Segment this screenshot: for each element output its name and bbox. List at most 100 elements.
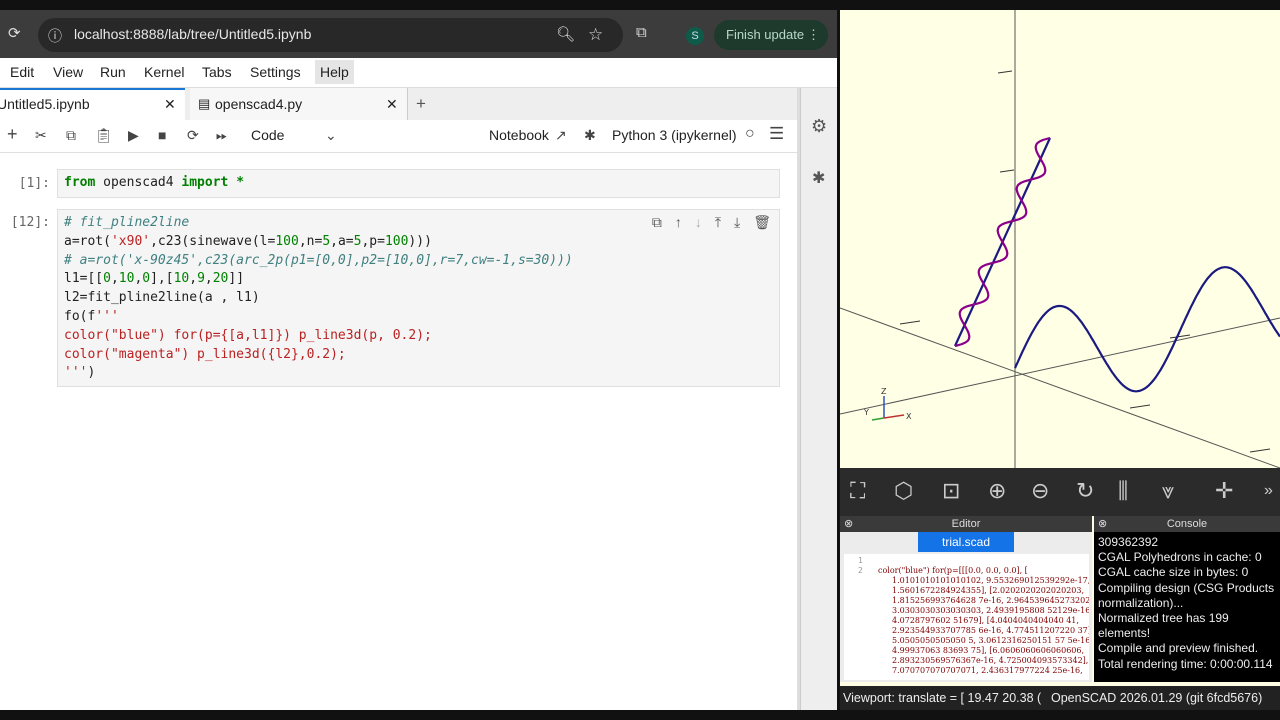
debugger-bug-icon[interactable]: ✱ [812, 168, 825, 188]
menu-hamburger-icon[interactable]: ☰ [769, 124, 784, 144]
line-number: 2 [858, 566, 863, 575]
show-axes-icon[interactable]: ✛ [1215, 478, 1233, 504]
url-text: localhost:8888/lab/tree/Untitled5.ipynb [74, 26, 312, 42]
cell-type-select[interactable]: Code [251, 127, 284, 143]
console-line: Compile and preview finished. [1098, 641, 1259, 656]
menu-run[interactable]: Run [100, 64, 126, 80]
console-panel-header: ⊗ Console [1094, 516, 1280, 532]
view-all-icon[interactable]: ⊡ [942, 478, 960, 504]
menu-edit[interactable]: Edit [10, 64, 34, 80]
editor-line: 4.99937063 83693 75], [6.060606060606060… [892, 646, 1085, 655]
blue-sinewave [1013, 266, 1280, 393]
finish-update-button[interactable]: Finish update ⋮ [714, 20, 828, 50]
editor-title: Editor [951, 518, 981, 530]
orthogonal-icon[interactable]: ⩔ [1162, 478, 1174, 504]
jupyter-menubar: Edit View Run Kernel Tabs Settings Help [0, 58, 837, 88]
cut-icon[interactable]: ✂ [35, 127, 47, 144]
insert-above-icon[interactable]: ⤒ [715, 214, 721, 230]
editor-line: 7.070707070707071, 2.436317977224 25e-16… [892, 666, 1083, 675]
copy-icon[interactable]: ⧉ [66, 127, 76, 144]
site-info-icon[interactable]: ⓘ [48, 26, 62, 46]
editor-line: 2.923544933707785 6e-16, 4.774511207220 … [892, 626, 1089, 635]
reset-view-icon[interactable]: ↻ [1076, 478, 1094, 504]
code-line: a=rot('x90',c23(sinewave(l=100,n=5,a=5,p… [64, 233, 432, 249]
close-panel-icon[interactable]: ⊗ [844, 516, 853, 532]
tab-label: Untitled5.ipynb [0, 96, 90, 112]
menu-tabs[interactable]: Tabs [202, 64, 232, 80]
new-tab-plus-icon[interactable]: + [416, 88, 426, 120]
paste-icon[interactable]: 📋︎ [95, 127, 113, 144]
code-line: color("magenta") p_line3d({l2},0.2); [64, 346, 346, 362]
view-toolbar: ⛶ ⬡ ⊡ ⊕ ⊖ ↻ ⫼ ⩔ ✛ » [840, 468, 1280, 516]
reload-icon[interactable]: ⟳ [8, 24, 21, 42]
move-up-icon[interactable]: ↑ [675, 214, 682, 230]
menu-help[interactable]: Help [315, 60, 354, 84]
menu-view[interactable]: View [53, 64, 83, 80]
insert-below-icon[interactable]: ⤓ [734, 214, 740, 230]
code-line: # fit_pline2line [64, 215, 190, 230]
file-tab-trial-scad[interactable]: trial.scad [918, 532, 1014, 552]
close-icon[interactable]: ✕ [386, 88, 398, 120]
code-cell-active[interactable]: # fit_pline2line a=rot('x90',c23(sinewav… [57, 209, 780, 387]
add-cell-icon[interactable]: + [7, 124, 18, 145]
zoom-icon[interactable]: 🔍︎ [556, 25, 575, 43]
editor-line: 1.5601672284924355], [2.0202020202020203… [892, 586, 1085, 595]
notebook-toolbar: + ✂ ⧉ 📋︎ ▶ ■ ⟳ ⏩︎ Code ⌄ Notebook ↗ ✱ Py… [0, 120, 797, 153]
notebook-label[interactable]: Notebook [489, 127, 549, 143]
chevron-down-icon[interactable]: ⌄ [325, 127, 337, 144]
close-panel-icon[interactable]: ⊗ [1098, 516, 1107, 532]
console-output[interactable]: 309362392 CGAL Polyhedrons in cache: 0 C… [1094, 532, 1280, 682]
console-line: Compiling design (CSG Products normaliza… [1098, 580, 1275, 610]
code-editor[interactable]: 1 2 color("blue") for(p=[[[0.0, 0.0, 0.0… [844, 554, 1089, 680]
address-bar[interactable]: ⓘ localhost:8888/lab/tree/Untitled5.ipyn… [38, 18, 623, 52]
restart-icon[interactable]: ⟳ [187, 127, 199, 144]
toolbar-overflow-icon[interactable]: » [1264, 482, 1273, 500]
browser-window: ⟳ ⓘ localhost:8888/lab/tree/Untitled5.ip… [0, 10, 837, 710]
property-inspector-gear-icon[interactable]: ⚙ [811, 116, 827, 137]
editor-line: 3.0303030303030303, 2.4939195808 52129e-… [892, 606, 1089, 615]
more-vert-icon[interactable]: ⋮ [807, 20, 820, 50]
code-line: # a=rot('x-90z45',c23(arc_2p(p1=[0,0],p2… [64, 252, 573, 268]
code-line: fo(f''' [64, 308, 119, 324]
render-cube-icon[interactable]: ⬡ [894, 478, 913, 504]
tab-openscad4[interactable]: ▤ openscad4.py ✕ [190, 88, 408, 120]
editor-line: 2.893230569576367e-16, 4.725004093573342… [892, 656, 1089, 665]
viewport-render: Z Y X [840, 10, 1280, 469]
axis-label-y: Y [863, 408, 869, 417]
code-line: l2=fit_pline2line(a , l1) [64, 290, 260, 306]
console-line: CGAL cache size in bytes: 0 [1098, 565, 1249, 580]
finish-update-label: Finish update [726, 27, 805, 42]
editor-panel: trial.scad 1 2 color("blue") for(p=[[[0.… [840, 532, 1092, 682]
stop-icon[interactable]: ■ [158, 127, 166, 143]
move-down-icon[interactable]: ↓ [695, 214, 702, 230]
code-line: ''' [64, 365, 88, 381]
console-line: Normalized tree has 199 elements! [1098, 611, 1229, 641]
delete-cell-icon[interactable]: 🗑︎ [753, 214, 771, 230]
preview-icon[interactable]: ⛶ [850, 478, 865, 504]
editor-line: 5.0505050505050 5, 3.0612316250151 57 5e… [892, 636, 1089, 645]
close-icon[interactable]: ✕ [164, 90, 176, 118]
zoom-in-icon[interactable]: ⊕ [988, 478, 1006, 504]
menu-kernel[interactable]: Kernel [144, 64, 184, 80]
code-line: from openscad4 import * [64, 175, 245, 190]
duplicate-cell-icon[interactable]: ⧉ [652, 214, 662, 230]
debugger-bug-icon[interactable]: ✱ [584, 127, 596, 144]
extensions-icon[interactable]: ⧉ [636, 24, 647, 41]
run-icon[interactable]: ▶ [128, 127, 139, 144]
external-link-icon[interactable]: ↗ [555, 127, 567, 144]
cell-prompt: [1]: [18, 176, 50, 191]
3d-viewport[interactable]: Z Y X [840, 10, 1280, 469]
profile-avatar[interactable]: S [686, 27, 704, 45]
fast-forward-icon[interactable]: ⏩︎ [216, 127, 227, 144]
bookmark-star-icon[interactable]: ☆ [588, 25, 603, 45]
cell-toolbar: ⧉ ↑ ↓ ⤒ ⤓ 🗑︎ [639, 214, 771, 231]
editor-line: color("blue") for(p=[[[0.0, 0.0, 0.0], [ [878, 566, 1028, 575]
code-cell[interactable]: from openscad4 import * [57, 169, 780, 198]
zoom-out-icon[interactable]: ⊖ [1031, 478, 1049, 504]
tab-untitled5[interactable]: Untitled5.ipynb ✕ [0, 88, 185, 120]
kernel-name[interactable]: Python 3 (ipykernel) [612, 127, 737, 143]
file-icon: ▤ [198, 96, 211, 111]
cell-prompt: [12]: [10, 215, 50, 230]
perspective-icon[interactable]: ⫼ [1118, 478, 1128, 504]
menu-settings[interactable]: Settings [250, 64, 301, 80]
